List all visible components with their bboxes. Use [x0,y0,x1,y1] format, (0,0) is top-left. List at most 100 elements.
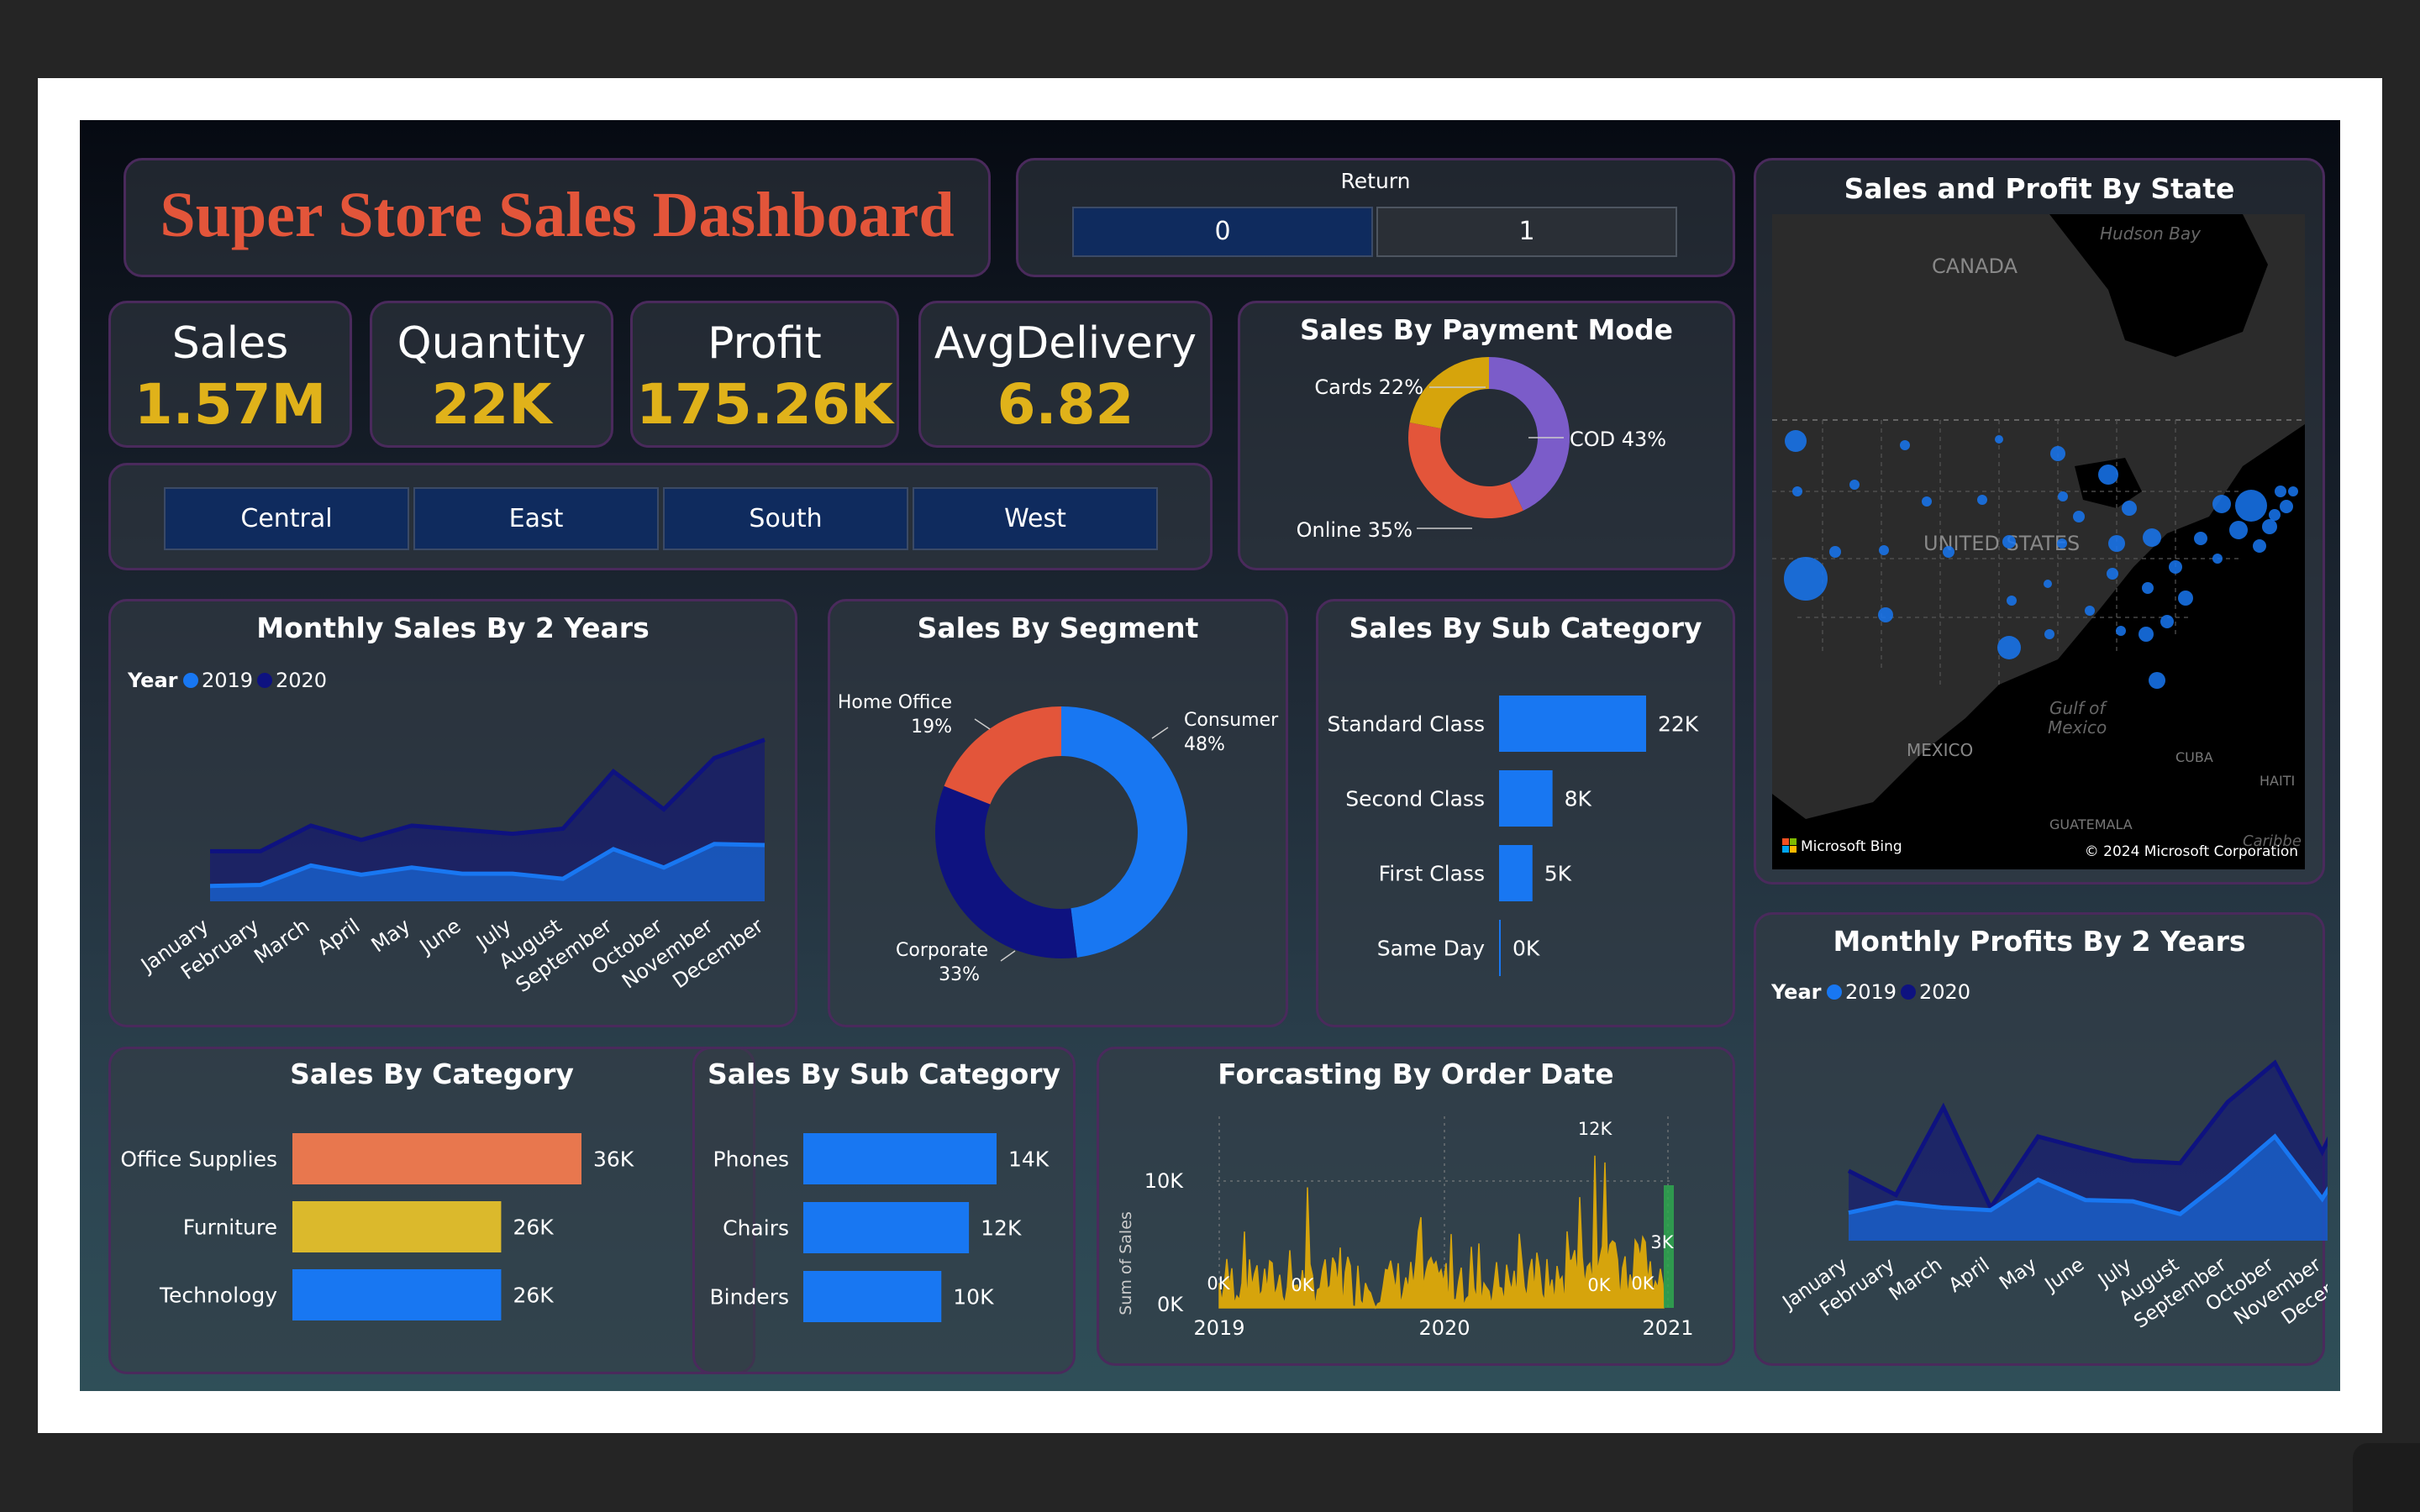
bar [1499,770,1553,827]
state-bubble [1922,496,1932,507]
state-bubble [2143,528,2161,547]
state-bubble [2288,486,2298,496]
bar-value-label: 14K [1008,1147,1050,1172]
annotation-12k: 12K [1578,1119,1613,1139]
donut-slice-home-office [944,706,1061,805]
state-bubble [2212,495,2231,513]
legend-marker-2019 [183,673,198,688]
x-axis-ticks: JanuaryFebruaryMarchAprilMayJuneJulyAugu… [135,914,767,997]
bar-category-label: Phones [713,1147,789,1172]
region-option-central[interactable]: Central [164,487,409,550]
plot-area [209,738,765,901]
x-tick-label: March [1886,1254,1946,1306]
forecast-chart: Sum of Sales 10K 0K 2019 2020 2021 12K 0… [1117,1116,1694,1340]
x-tick: 2019 [1193,1316,1244,1340]
annotation-3k: 3K [1650,1232,1674,1252]
legend-label-2019: 2019 [1845,980,1897,1004]
annotation-0k: 0K [1587,1275,1611,1295]
return-option-1[interactable]: 1 [1376,207,1677,257]
bar-value-label: 22K [1658,712,1699,737]
bar-category-label: Chairs [723,1216,789,1241]
annotation-0k: 0K [1291,1275,1314,1295]
return-slicer: Return 0 1 [1016,158,1735,277]
return-slicer-label: Return [1340,169,1411,193]
state-bubble [2108,535,2125,552]
segment-panel: Sales By Segment Consumer 48% Corporate … [828,599,1288,1027]
state-bubble [2044,629,2054,639]
state-bubble [2229,521,2248,539]
bar-category-label: Office Supplies [120,1147,277,1172]
bars: Phones 14K Chairs 12K Binders 10K [710,1133,1050,1322]
state-bubble [2194,532,2207,545]
x-tick-label: May [367,914,415,957]
y-tick: 10K [1144,1169,1185,1193]
bar-category-label: Furniture [183,1215,277,1240]
donut-slice-corporate [935,785,1077,958]
legend-label-2019: 2019 [202,669,253,692]
map-panel: Sales and Profit By State Hudson Bay CAN… [1754,158,2325,885]
kpi-card-profit: Profit 175.26K [630,301,899,448]
state-bubble [2073,511,2085,522]
kpi-value: 6.82 [997,372,1134,437]
bars: Office Supplies 36K Furniture 26K Technology… [120,1133,634,1320]
bar [292,1133,581,1184]
state-bubble-map[interactable]: Hudson Bay CANADA UNITED STATES Gulf of … [1772,214,2305,869]
slice-label-corporate-pct: 33% [939,964,980,985]
x-tick-label: April [313,914,364,959]
bars: Standard Class 22K Second Class 8K First Cla… [1328,696,1699,976]
state-bubble [1829,546,1841,558]
state-bubble [1792,486,1802,496]
region-option-east[interactable]: East [413,487,659,550]
state-bubble [2139,627,2154,642]
bar-category-label: Same Day [1377,937,1485,961]
bar-category-label: First Class [1379,862,1485,886]
bar-value-label: 26K [513,1215,554,1240]
donut-slice-consumer [1061,706,1187,958]
bar [292,1201,502,1252]
slice-label-cod: COD 43% [1570,428,1666,451]
bar-value-label: 12K [981,1216,1022,1241]
bar [1499,845,1533,901]
state-bubble [2169,560,2182,574]
state-bubble [2235,490,2267,522]
region-option-south[interactable]: South [663,487,908,550]
state-bubble [2107,568,2118,580]
bar [803,1271,942,1322]
x-tick: 2020 [1418,1316,1470,1340]
kpi-card-avgdelivery: AvgDelivery 6.82 [918,301,1213,448]
donut-slice-online [1408,423,1523,518]
x-tick-label: May [1996,1254,2041,1295]
bar-value-label: 5K [1544,862,1572,886]
slice-label-home-office-pct: 19% [911,717,952,738]
y-axis-label: Sum of Sales [1117,1211,1135,1315]
annotation-0k: 0K [1631,1273,1655,1294]
map-label-haiti: HAITI [2260,773,2295,789]
state-bubble [1785,430,1807,452]
leader-line [1000,950,1016,962]
state-bubble [2116,626,2126,636]
bar-category-label: Standard Class [1328,712,1485,737]
sub-category-bar-chart: Phones 14K Chairs 12K Binders 10K [710,1133,1050,1322]
region-option-west[interactable]: West [913,487,1158,550]
x-tick-label: March [250,914,313,969]
x-tick: 2021 [1642,1316,1693,1340]
map-label-guatemala: GUATEMALA [2049,816,2133,832]
return-option-0[interactable]: 0 [1072,207,1373,257]
bar [803,1133,997,1184]
sub-category-panel: Sales By Sub Category Phones 14K Chairs 12K… [692,1047,1076,1374]
map-label-hudson-bay: Hudson Bay [2100,223,2202,244]
slice-label-cards: Cards 22% [1314,375,1423,399]
state-bubble [1784,557,1828,601]
bar [1499,696,1646,752]
bar-value-label: 0K [1512,937,1540,961]
map-label-mexico-gulf: Mexico [2048,717,2107,738]
state-bubble [1995,435,2003,444]
state-bubble [2262,519,2277,534]
slice-label-home-office: Home Office [838,692,952,713]
state-bubble [2253,539,2266,553]
kpi-value: 22K [431,372,552,437]
bar-category-label: Technology [159,1284,277,1308]
state-bubble [2160,615,2174,628]
slice-label-online: Online 35% [1297,518,1413,542]
bar [803,1202,970,1253]
